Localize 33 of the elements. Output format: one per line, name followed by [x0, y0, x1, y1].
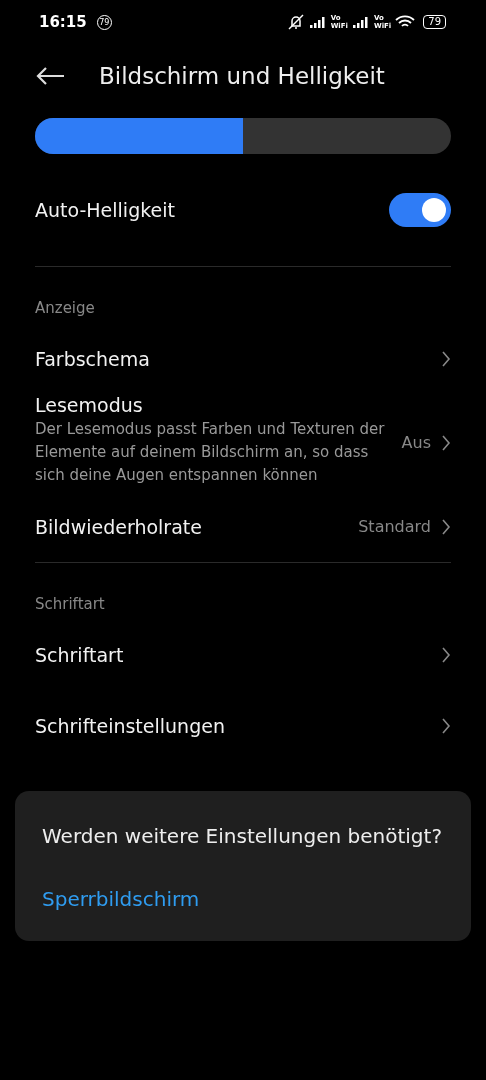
setting-label: Lesemodus — [35, 394, 144, 416]
setting-value: Aus — [401, 433, 431, 452]
setting-label: Bildwiederholrate — [35, 515, 203, 538]
chevron-right-icon — [441, 433, 451, 452]
suggestion-question: Werden weitere Einstellungen benötigt? — [42, 823, 444, 850]
page-title: Bildschirm und Helligkeit — [99, 63, 385, 89]
setting-row[interactable]: Bildwiederholrate Standard — [0, 491, 486, 562]
setting-row[interactable]: Farbschema — [0, 323, 486, 394]
auto-brightness-toggle[interactable] — [389, 193, 451, 227]
setting-row[interactable]: Schriftart — [0, 619, 486, 690]
setting-value: Standard — [358, 517, 431, 536]
setting-row[interactable]: Lesemodus Der Lesemodus passt Farben und Texturen der Elemente auf deinem Bildschirm an, so dass sich deine Augen entspannen können Aus — [0, 394, 486, 491]
signal-icon — [308, 16, 327, 28]
wifi-icon — [395, 15, 416, 29]
section-header: Anzeige — [34, 298, 96, 319]
setting-label: Schrifteinstellungen — [35, 714, 226, 737]
chevron-right-icon — [441, 716, 451, 735]
signal-icon — [351, 16, 370, 28]
setting-row[interactable]: Schrifteinstellungen — [0, 690, 486, 761]
chevron-right-icon — [441, 645, 451, 664]
setting-description: Der Lesemodus passt Farben und Texturen der Elemente auf deinem Bildschirm an, so dass sich deine Augen entspannen können — [35, 419, 386, 486]
brightness-slider[interactable] — [35, 118, 451, 154]
lock-screen-link[interactable]: Sperrbildschirm — [42, 887, 444, 911]
battery-indicator: 79 — [423, 15, 446, 29]
setting-label: Auto-Helligkeit — [35, 199, 175, 221]
chevron-right-icon — [441, 349, 451, 368]
section-header: Schriftart — [34, 594, 106, 615]
chevron-right-icon — [441, 517, 451, 536]
setting-label: Farbschema — [35, 347, 151, 370]
status-time: 16:15 — [39, 13, 87, 31]
muted-bell-icon — [286, 14, 305, 30]
setting-label: Schriftart — [35, 643, 125, 666]
back-arrow-icon[interactable] — [35, 66, 65, 86]
